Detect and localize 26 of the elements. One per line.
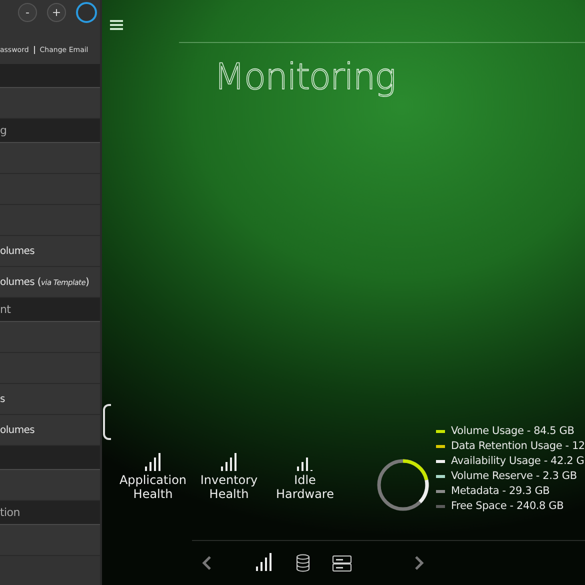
legend-label: Data Retention Usage - 12 bbox=[451, 440, 585, 452]
ring-icon[interactable] bbox=[76, 2, 97, 22]
legend-label: Volume Reserve - 2.3 GB bbox=[451, 470, 577, 482]
database-icon[interactable] bbox=[296, 554, 310, 572]
menu-icon[interactable] bbox=[110, 20, 123, 30]
server-icon[interactable] bbox=[332, 554, 352, 572]
page-title: Monitoring bbox=[214, 57, 396, 98]
legend-label: Free Space - 240.8 GB bbox=[451, 500, 564, 512]
forward-arrow-icon[interactable] bbox=[414, 555, 424, 571]
donut-drawing bbox=[376, 458, 430, 512]
section-header: g bbox=[0, 119, 100, 143]
round-button[interactable]: + bbox=[47, 2, 66, 22]
round-button[interactable]: - bbox=[18, 2, 37, 22]
health-label[interactable]: Idle Hardware bbox=[274, 473, 336, 501]
signal-bars-icon bbox=[254, 553, 274, 573]
signal-bars-icon bbox=[219, 453, 239, 473]
health-label[interactable]: Application Health bbox=[119, 473, 187, 501]
legend-label: Volume Usage - 84.5 GB bbox=[451, 425, 574, 437]
legend-label: Metadata - 29.3 GB bbox=[451, 485, 550, 497]
section-header: nt bbox=[0, 298, 100, 322]
signal-bars-icon bbox=[143, 453, 163, 473]
back-arrow-icon[interactable] bbox=[202, 555, 212, 571]
drawer-handle[interactable] bbox=[103, 404, 111, 440]
legend-label: Availability Usage - 42.2 G bbox=[451, 455, 584, 467]
health-label[interactable]: Inventory Health bbox=[198, 473, 260, 501]
section-header: tion bbox=[0, 501, 100, 525]
